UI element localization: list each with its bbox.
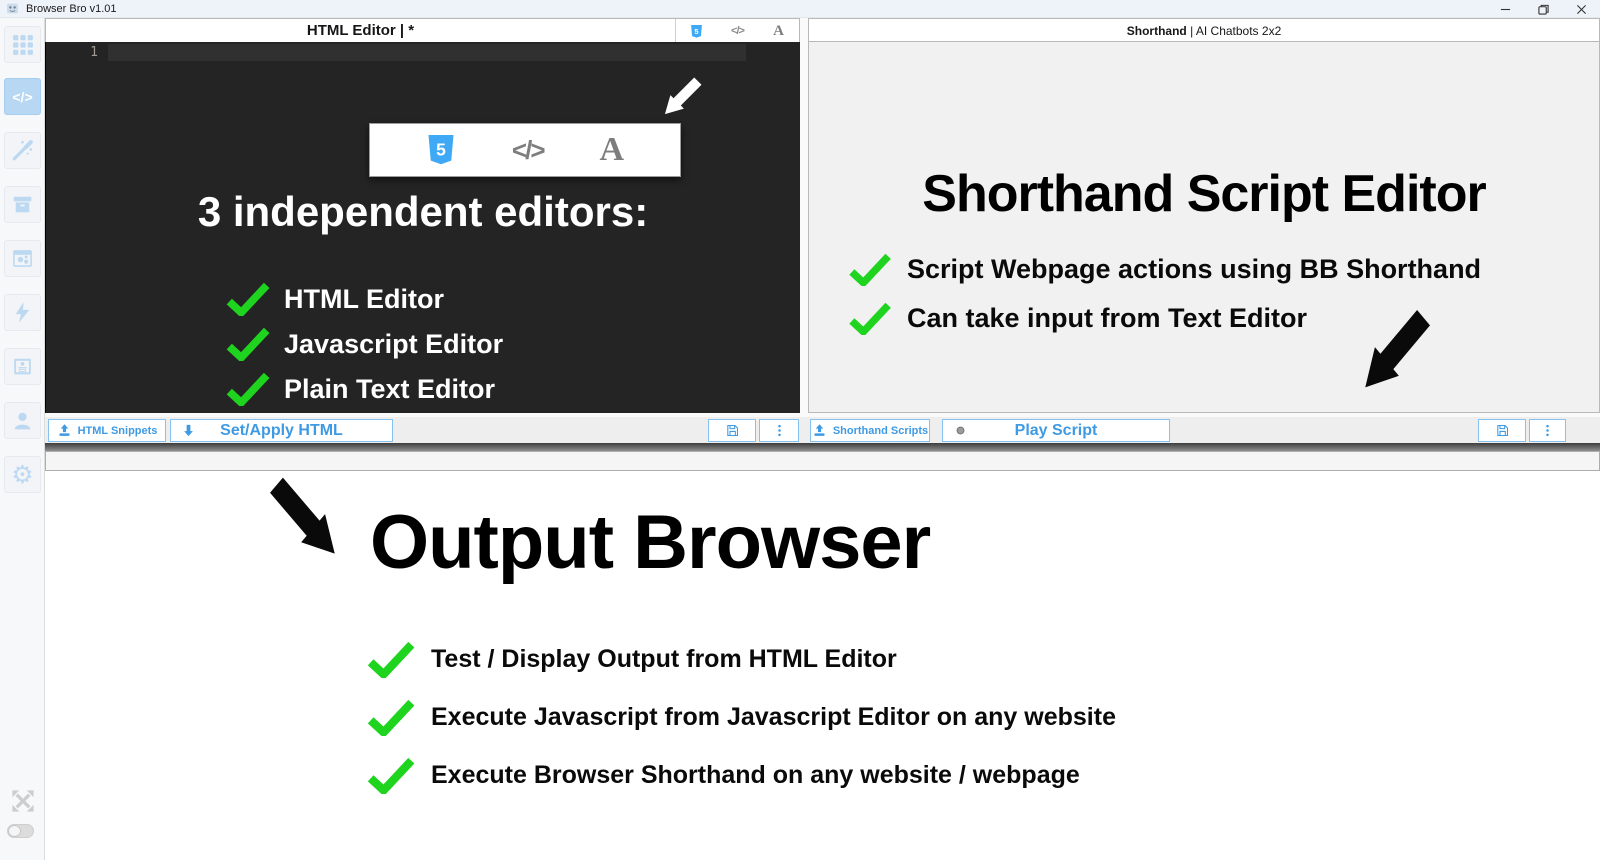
editor-tabs: 5 </> A bbox=[675, 19, 799, 43]
shorthand-title-context: | AI Chatbots 2x2 bbox=[1187, 24, 1282, 38]
lightning-icon bbox=[10, 300, 35, 325]
expand-arrows-icon bbox=[8, 786, 38, 816]
check-icon bbox=[226, 282, 270, 316]
kebab-menu-icon bbox=[772, 423, 787, 438]
current-line-highlight bbox=[108, 44, 746, 61]
minimize-button[interactable] bbox=[1486, 0, 1524, 18]
editors-slide-heading: 3 independent editors: bbox=[46, 188, 800, 236]
upload-icon bbox=[57, 423, 72, 438]
check-icon bbox=[226, 372, 270, 406]
expand-button[interactable] bbox=[8, 786, 38, 816]
gear-icon: ⚙ bbox=[11, 462, 33, 487]
toggle-switch[interactable] bbox=[7, 824, 34, 838]
check-icon bbox=[849, 302, 891, 335]
feature-item: HTML Editor bbox=[226, 282, 444, 316]
down-arrow-icon bbox=[181, 423, 196, 438]
window-title: Browser Bro v1.01 bbox=[26, 3, 116, 15]
user-icon bbox=[10, 408, 35, 433]
text-a-icon: A bbox=[773, 23, 784, 40]
code-icon: </> bbox=[12, 89, 32, 105]
feature-item: Javascript Editor bbox=[226, 327, 503, 361]
black-arrow-icon bbox=[255, 460, 347, 568]
check-icon bbox=[367, 641, 415, 678]
code-tag-icon: </> bbox=[731, 25, 744, 37]
apps-grid-icon bbox=[10, 32, 35, 57]
sidebar-item-window-settings[interactable] bbox=[4, 240, 41, 277]
tab-plain-text[interactable]: A bbox=[758, 19, 799, 43]
output-browser[interactable]: Output Browser Test / Display Output fro… bbox=[45, 451, 1600, 860]
app-window: Browser Bro v1.01 </> bbox=[0, 0, 1600, 860]
minimize-icon bbox=[1500, 4, 1511, 15]
sidebar-item-apps[interactable] bbox=[4, 26, 41, 63]
feature-item: Can take input from Text Editor bbox=[849, 302, 1307, 335]
kebab-menu-icon bbox=[1540, 423, 1555, 438]
app-icon bbox=[6, 2, 19, 15]
shorthand-scripts-button[interactable]: Shorthand Scripts bbox=[810, 419, 930, 442]
toggle-knob bbox=[8, 825, 21, 837]
sidebar: </> bbox=[0, 18, 45, 860]
text-a-icon-large: A bbox=[599, 131, 624, 169]
save-icon bbox=[725, 423, 740, 438]
window-settings-icon bbox=[10, 246, 35, 271]
black-arrow-icon bbox=[1353, 292, 1445, 402]
html-menu-button[interactable] bbox=[759, 419, 799, 442]
html-editor-title: HTML Editor | * bbox=[46, 19, 675, 43]
tab-javascript[interactable]: </> bbox=[717, 19, 758, 43]
sidebar-item-code-editor[interactable]: </> bbox=[4, 78, 41, 115]
svg-text:5: 5 bbox=[436, 140, 446, 160]
output-slide-heading: Output Browser bbox=[370, 499, 930, 586]
tab-html5[interactable]: 5 bbox=[676, 19, 717, 43]
feature-item: Test / Display Output from HTML Editor bbox=[367, 641, 897, 678]
line-number: 1 bbox=[46, 45, 98, 60]
script-menu-button[interactable] bbox=[1529, 419, 1566, 442]
editor-tabs-enlarged-image: 5 </> A bbox=[369, 123, 681, 177]
html-editor-header: HTML Editor | * 5 </> A bbox=[45, 18, 800, 42]
code-tag-icon-large: </> bbox=[512, 135, 544, 166]
svg-text:5: 5 bbox=[694, 26, 698, 35]
feature-item: Execute Browser Shorthand on any website… bbox=[367, 757, 1080, 794]
set-apply-html-button[interactable]: Set/Apply HTML bbox=[170, 419, 393, 442]
toolbar: HTML Snippets Set/Apply HTML Shorthand S… bbox=[45, 417, 1600, 443]
save-icon bbox=[1495, 423, 1510, 438]
restore-icon bbox=[1538, 4, 1549, 15]
feature-item: Execute Javascript from Javascript Edito… bbox=[367, 699, 1116, 736]
sidebar-item-user[interactable] bbox=[4, 402, 41, 439]
sidebar-item-bro-card[interactable] bbox=[4, 348, 41, 385]
feature-item: Plain Text Editor bbox=[226, 372, 495, 406]
html-snippets-button[interactable]: HTML Snippets bbox=[48, 419, 166, 442]
check-icon bbox=[226, 327, 270, 361]
play-script-button[interactable]: Play Script bbox=[942, 419, 1170, 442]
shorthand-header: Shorthand | AI Chatbots 2x2 bbox=[808, 18, 1600, 42]
shorthand-editor-canvas[interactable]: Shorthand Script Editor Script Webpage a… bbox=[808, 42, 1600, 413]
window-controls bbox=[1486, 0, 1600, 18]
save-script-button[interactable] bbox=[1478, 419, 1526, 442]
panel-divider bbox=[45, 443, 1600, 451]
maximize-button[interactable] bbox=[1524, 0, 1562, 18]
feature-item: Script Webpage actions using BB Shorthan… bbox=[849, 253, 1481, 286]
html-editor-canvas[interactable]: 1 5 </> A 3 independent editors: HTML Ed… bbox=[45, 42, 800, 413]
close-button[interactable] bbox=[1562, 0, 1600, 18]
shorthand-title: Shorthand | AI Chatbots 2x2 bbox=[809, 19, 1599, 43]
white-arrow-icon bbox=[656, 69, 712, 121]
sidebar-item-settings[interactable]: ⚙ bbox=[4, 456, 41, 493]
sidebar-item-archive[interactable] bbox=[4, 186, 41, 223]
html5-icon-large: 5 bbox=[426, 132, 456, 168]
browser-bro-card-icon bbox=[10, 354, 35, 379]
check-icon bbox=[367, 757, 415, 794]
magic-wand-icon bbox=[10, 138, 35, 163]
archive-box-icon bbox=[10, 192, 35, 217]
shorthand-slide-heading: Shorthand Script Editor bbox=[809, 164, 1599, 224]
sidebar-item-magic-wand[interactable] bbox=[4, 132, 41, 169]
title-bar: Browser Bro v1.01 bbox=[0, 0, 1600, 18]
shorthand-title-name: Shorthand bbox=[1127, 24, 1187, 38]
record-circle-icon bbox=[953, 423, 968, 438]
check-icon bbox=[849, 253, 891, 286]
sidebar-item-actions[interactable] bbox=[4, 294, 41, 331]
save-html-button[interactable] bbox=[708, 419, 756, 442]
html5-icon: 5 bbox=[690, 24, 703, 39]
close-icon bbox=[1576, 4, 1587, 15]
upload-icon bbox=[812, 423, 827, 438]
check-icon bbox=[367, 699, 415, 736]
